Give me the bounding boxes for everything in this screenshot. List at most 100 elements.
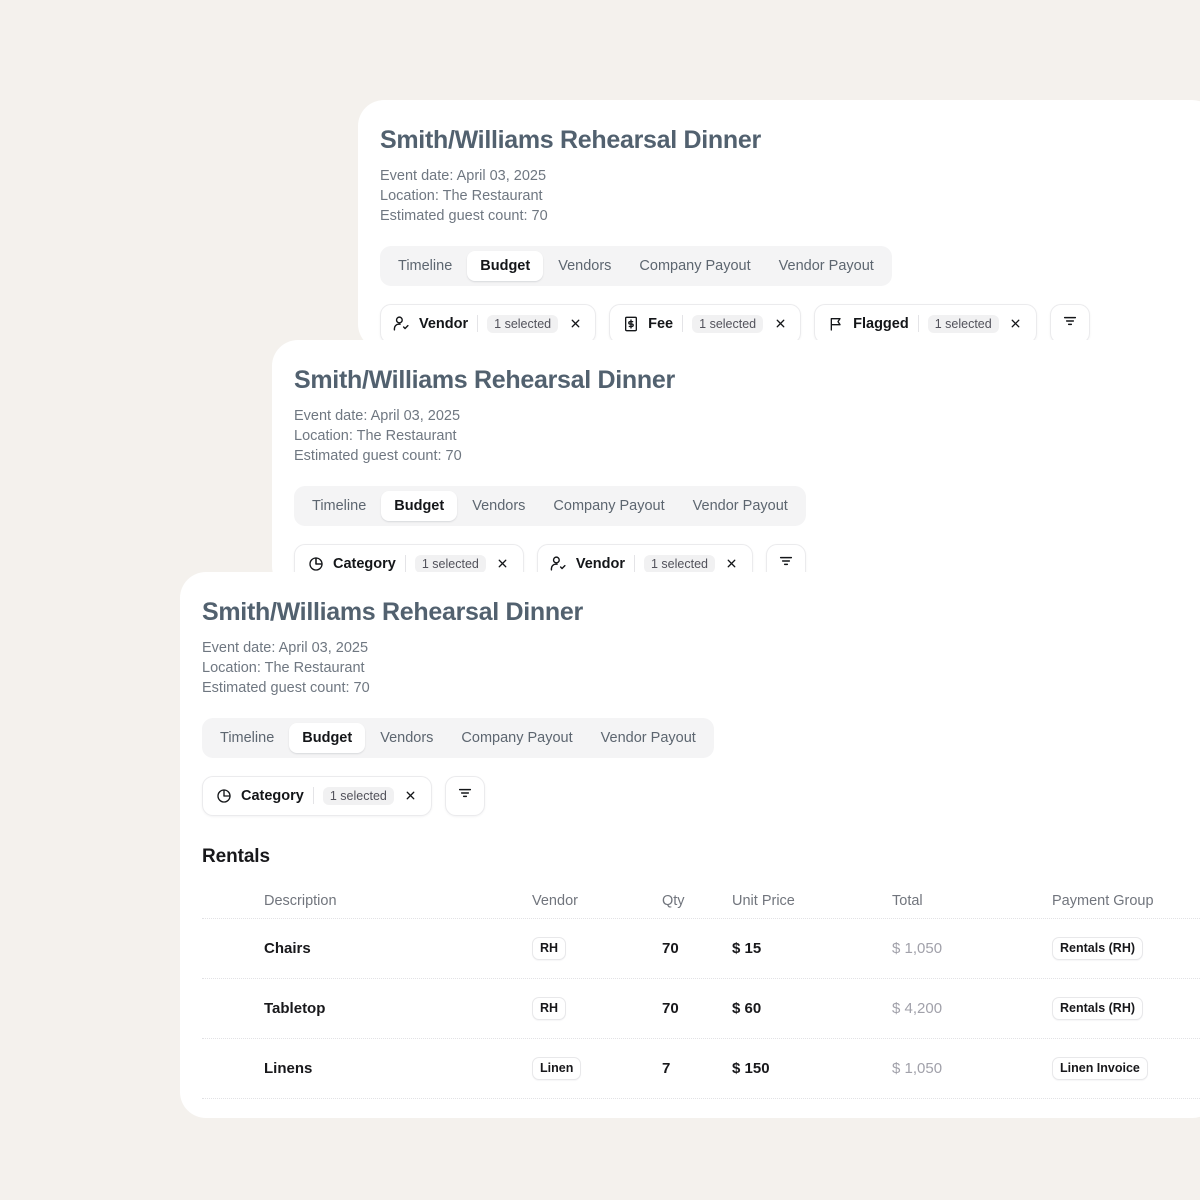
filter-chip-count: 1 selected: [322, 786, 394, 805]
filter-chip-flagged[interactable]: Flagged 1 selected: [814, 303, 1037, 344]
column-header-qty: Qty: [662, 892, 685, 909]
chip-divider: [477, 315, 479, 333]
cell-total: $ 1,050: [892, 1059, 943, 1077]
budget-table: Description Vendor Qty Unit Price Total …: [202, 884, 1200, 1118]
close-icon[interactable]: [1008, 316, 1024, 332]
filter-chip-count: 1 selected: [927, 314, 999, 333]
vendor-tag: Linen: [532, 1057, 582, 1080]
cell-description: Linens: [264, 1059, 313, 1077]
payment-group-tag: Rentals (RH): [1052, 997, 1144, 1020]
event-location: Location: The Restaurant: [202, 659, 365, 676]
chip-divider: [312, 787, 314, 805]
filter-chip-vendor[interactable]: Vendor 1 selected: [380, 303, 597, 344]
tab-bar: Timeline Budget Vendors Company Payout V…: [202, 717, 714, 758]
filter-lines-icon: [1062, 313, 1078, 334]
tab-vendor-payout[interactable]: Vendor Payout: [680, 491, 801, 521]
close-icon[interactable]: [567, 316, 583, 332]
tab-budget[interactable]: Budget: [467, 250, 544, 281]
vendor-tag: RH: [532, 937, 567, 960]
user-check-icon: [550, 555, 567, 572]
tab-timeline[interactable]: Timeline: [299, 491, 379, 521]
tab-vendors[interactable]: Vendors: [367, 723, 446, 753]
cell-unit-price: $ 150: [732, 1059, 770, 1077]
tab-vendors[interactable]: Vendors: [459, 491, 538, 521]
table-footer-row: + Add item Subtotal $ 6,300: [202, 1097, 1200, 1118]
filter-chip-count: 1 selected: [414, 554, 486, 573]
cell-vendor: RH: [532, 997, 662, 1020]
cell-payment-group: Rentals (RH): [1052, 937, 1200, 960]
table-row[interactable]: Linens Linen 7 $ 150 $ 1,050 Linen Invoi…: [202, 1037, 1200, 1098]
filter-chip-count: 1 selected: [692, 314, 764, 333]
page-surface: Smith/Williams Rehearsal Dinner Event da…: [0, 0, 1200, 1200]
tab-vendors[interactable]: Vendors: [545, 251, 624, 281]
tab-bar: Timeline Budget Vendors Company Payout V…: [380, 245, 892, 286]
tab-company-payout[interactable]: Company Payout: [540, 491, 677, 521]
tab-bar: Timeline Budget Vendors Company Payout V…: [294, 485, 806, 526]
cell-qty: 70: [662, 999, 679, 1017]
tab-company-payout[interactable]: Company Payout: [626, 251, 763, 281]
tab-budget[interactable]: Budget: [381, 490, 458, 521]
filter-chip-label: Category: [241, 787, 304, 804]
close-icon[interactable]: [495, 556, 511, 572]
event-guest-count: Estimated guest count: 70: [202, 679, 370, 696]
cell-unit-price: $ 60: [732, 999, 762, 1017]
chip-divider: [404, 555, 406, 573]
cell-payment-group: Linen Invoice: [1052, 1057, 1200, 1080]
page-title: Smith/Williams Rehearsal Dinner: [294, 366, 675, 394]
close-icon[interactable]: [403, 788, 419, 804]
column-header-unit-price: Unit Price: [732, 892, 795, 909]
pie-chart-icon: [307, 555, 324, 572]
event-date: Event date: April 03, 2025: [202, 639, 369, 656]
tab-timeline[interactable]: Timeline: [385, 251, 465, 281]
cell-total: $ 4,200: [892, 999, 943, 1017]
event-meta-list: Event date: April 03, 2025 Location: The…: [294, 406, 1200, 466]
filter-row: Vendor 1 selected Fee 1 selected Flagged…: [380, 303, 1200, 344]
event-guest-count: Estimated guest count: 70: [294, 447, 462, 464]
cell-unit-price: $ 15: [732, 939, 762, 957]
filter-lines-icon: [457, 785, 473, 806]
cell-payment-group: Rentals (RH): [1052, 997, 1200, 1020]
table-row[interactable]: Tabletop RH 70 $ 60 $ 4,200 Rentals (RH): [202, 977, 1200, 1038]
event-card-middle: Smith/Williams Rehearsal Dinner Event da…: [272, 340, 1200, 592]
flag-icon: [827, 315, 844, 332]
filter-chip-category[interactable]: Category 1 selected: [202, 775, 432, 816]
column-header-description: Description: [264, 892, 337, 909]
tab-vendor-payout[interactable]: Vendor Payout: [588, 723, 709, 753]
filter-chip-label: Category: [333, 555, 396, 572]
cell-total: $ 1,050: [892, 939, 943, 957]
close-icon[interactable]: [772, 316, 788, 332]
filter-settings-button[interactable]: [1049, 303, 1090, 344]
table-row[interactable]: Chairs RH 70 $ 15 $ 1,050 Rentals (RH): [202, 917, 1200, 978]
filter-chip-count: 1 selected: [487, 314, 559, 333]
chip-divider: [917, 315, 919, 333]
close-icon[interactable]: [724, 556, 740, 572]
pie-chart-icon: [215, 787, 232, 804]
chip-divider: [634, 555, 635, 573]
tab-timeline[interactable]: Timeline: [207, 723, 287, 753]
event-date: Event date: April 03, 2025: [380, 167, 547, 184]
event-card-front: Smith/Williams Rehearsal Dinner Event da…: [180, 572, 1200, 1118]
filter-chip-fee[interactable]: Fee 1 selected: [609, 303, 802, 344]
page-title: Smith/Williams Rehearsal Dinner: [202, 598, 583, 626]
filter-chip-count: 1 selected: [644, 554, 715, 573]
filter-row: Category 1 selected: [202, 775, 1200, 816]
cell-vendor: RH: [532, 937, 662, 960]
column-header-vendor: Vendor: [532, 892, 578, 909]
receipt-dollar-icon: [622, 315, 639, 332]
table-header-row: Description Vendor Qty Unit Price Total …: [202, 884, 1200, 918]
vendor-tag: RH: [532, 997, 567, 1020]
filter-chip-label: Fee: [648, 315, 674, 332]
filter-chip-label: Vendor: [419, 315, 469, 332]
cell-qty: 70: [662, 939, 679, 957]
event-location: Location: The Restaurant: [294, 427, 457, 444]
filter-settings-button[interactable]: [444, 775, 485, 816]
event-meta-list: Event date: April 03, 2025 Location: The…: [380, 166, 1200, 226]
event-guest-count: Estimated guest count: 70: [380, 207, 548, 224]
column-header-payment-group: Payment Group: [1052, 892, 1154, 909]
filter-chip-label: Vendor: [575, 555, 625, 572]
filter-chip-label: Flagged: [853, 315, 909, 332]
event-date: Event date: April 03, 2025: [294, 407, 461, 424]
tab-vendor-payout[interactable]: Vendor Payout: [766, 251, 887, 281]
tab-budget[interactable]: Budget: [289, 722, 366, 753]
tab-company-payout[interactable]: Company Payout: [448, 723, 585, 753]
